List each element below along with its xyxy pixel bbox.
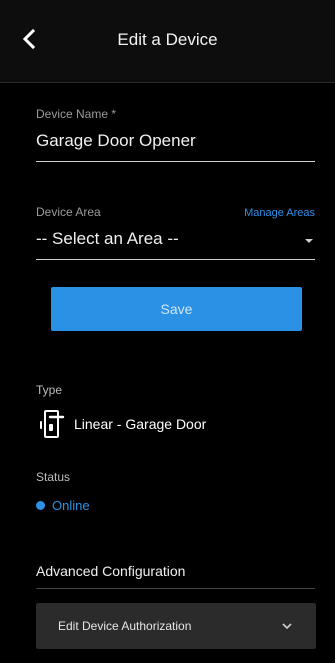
type-value: Linear - Garage Door (74, 416, 207, 432)
app-header: Edit a Device (0, 0, 335, 83)
status-row: Online (36, 498, 90, 513)
advanced-configuration-title: Advanced Configuration (36, 563, 186, 579)
edit-device-authorization-button[interactable]: Edit Device Authorization (36, 603, 316, 649)
type-label: Type (36, 383, 63, 397)
status-value: Online (52, 498, 90, 513)
device-name-label: Device Name * (36, 107, 117, 121)
divider (36, 588, 315, 589)
chevron-down-icon (282, 623, 292, 630)
edit-device-authorization-label: Edit Device Authorization (58, 619, 192, 633)
status-dot-icon (36, 501, 45, 510)
type-row: Linear - Garage Door (38, 408, 206, 440)
dropdown-arrow-icon[interactable] (305, 239, 313, 243)
device-name-field[interactable]: Device Name * Garage Door Opener (36, 107, 315, 162)
device-area-underline (36, 259, 315, 260)
device-name-underline (36, 161, 315, 162)
garage-door-handle-icon (40, 410, 65, 438)
save-button[interactable]: Save (51, 287, 302, 331)
device-area-select[interactable]: -- Select an Area -- (36, 229, 315, 249)
page-title: Edit a Device (117, 30, 218, 49)
status-label: Status (36, 470, 71, 484)
manage-areas-link[interactable]: Manage Areas (244, 207, 315, 219)
device-name-input[interactable]: Garage Door Opener (36, 131, 315, 151)
